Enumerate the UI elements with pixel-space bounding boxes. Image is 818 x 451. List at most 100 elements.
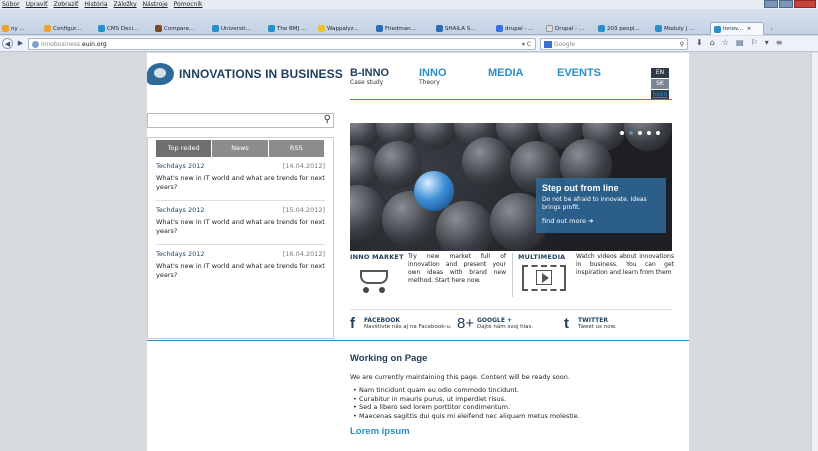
tab-favicon-icon	[496, 25, 503, 32]
tab-favicon-icon	[655, 25, 662, 32]
browser-tab[interactable]: drupal - ...	[496, 22, 542, 35]
menu-help[interactable]: Pomocník	[174, 0, 203, 9]
language-switcher: EN SK login	[651, 68, 669, 101]
dropdown-icon[interactable]: ▾	[765, 38, 769, 47]
close-tab-icon[interactable]: ×	[745, 26, 752, 32]
web-page: INNOVATIONS IN BUSINESS B-INNO Case study…	[147, 53, 689, 451]
browser-tab[interactable]: Configur...	[44, 22, 92, 35]
tab-rss[interactable]: RSS	[268, 140, 325, 157]
nav-item-inno[interactable]: INNO Theory	[419, 67, 488, 86]
home-icon[interactable]: ⌂	[710, 38, 715, 47]
menu-history[interactable]: História	[84, 0, 107, 9]
hero-slider[interactable]: Step out from line Do not be afraid to i…	[350, 123, 672, 251]
news-body[interactable]: What's new in IT world and what are tren…	[156, 174, 325, 191]
menu-bookmarks[interactable]: Záložky	[114, 0, 137, 9]
tab-favicon-icon	[44, 25, 51, 32]
multimedia-block[interactable]: MULTIMEDIA Watch videos about innovation…	[518, 253, 676, 291]
browser-tab-active[interactable]: Innov... ×	[710, 22, 764, 35]
browser-tab[interactable]: Wappalyz...	[318, 22, 372, 35]
article-subheading: Lorem ipsum	[350, 426, 410, 437]
close-window-button[interactable]	[794, 0, 816, 8]
addon-icon[interactable]: ⚐	[751, 38, 758, 47]
tab-favicon-icon	[598, 25, 605, 32]
find-out-more-link[interactable]: find out more ➔	[542, 217, 660, 225]
browser-tab[interactable]: Compare...	[155, 22, 209, 35]
hero-ball	[350, 185, 386, 241]
forward-button[interactable]: ▶	[15, 38, 26, 49]
site-search-input[interactable]: ⚲	[147, 113, 334, 128]
browser-tab[interactable]: CMS Deci...	[98, 22, 150, 35]
reload-icon[interactable]: ▾ C	[522, 39, 531, 50]
back-button[interactable]: ◀	[2, 38, 13, 49]
news-title[interactable]: Techdays 2012	[156, 250, 205, 258]
bookmark-star-icon[interactable]: ☆	[722, 38, 729, 47]
nav-item-events[interactable]: EVENTS	[557, 67, 626, 86]
menu-view[interactable]: Zobraziť	[53, 0, 78, 9]
site-logo[interactable]: INNOVATIONS IN BUSINESS	[147, 63, 343, 85]
list-item: Sed a libero sed lorem porttitor condime…	[353, 403, 672, 412]
news-body[interactable]: What's new in IT world and what are tren…	[156, 218, 325, 235]
search-bar[interactable]: Google ⚲	[540, 38, 688, 50]
menu-icon[interactable]: ≡	[776, 38, 783, 47]
block-divider	[512, 253, 513, 297]
nav-item-media[interactable]: MEDIA	[488, 67, 557, 86]
google-plus-link[interactable]: 8+ GOOGLE + Dajte nám svoj hlas.	[457, 315, 564, 332]
article-list: Nam tincidunt quam eu odio commodo tinci…	[353, 386, 672, 420]
tab-favicon-icon	[714, 25, 721, 33]
logo-icon	[147, 63, 174, 85]
browser-tab[interactable]: Drupal - ...	[546, 22, 594, 35]
news-tabs: Top reded News RSS	[156, 140, 325, 157]
hero-ball	[462, 137, 512, 187]
tab-news[interactable]: News	[212, 140, 269, 157]
url-bar[interactable]: innobusiness.euin.org ▾ C	[28, 38, 536, 50]
news-title[interactable]: Techdays 2012	[156, 162, 205, 170]
hero-heading: Step out from line	[542, 183, 619, 193]
minimize-button[interactable]	[764, 0, 778, 8]
menu-tools[interactable]: Nástroje	[143, 0, 168, 9]
logo-text: INNOVATIONS IN BUSINESS	[179, 67, 343, 81]
browser-tab[interactable]: Universit...	[212, 22, 264, 35]
browser-tab[interactable]: ny ...	[2, 22, 38, 35]
menu-bar: Súbor Upraviť Zobraziť História Záložky …	[0, 0, 818, 9]
search-icon[interactable]: ⚲	[680, 39, 684, 50]
news-title[interactable]: Techdays 2012	[156, 206, 205, 214]
menu-file[interactable]: Súbor	[2, 0, 20, 9]
slider-dot[interactable]	[620, 131, 624, 135]
list-item: Curabitur in mauris purus, ut imperdiet …	[353, 395, 672, 404]
lang-sk[interactable]: SK	[651, 79, 669, 89]
news-box: Top reded News RSS Techdays 2012 [14.04.2…	[147, 137, 334, 339]
article-intro: We are currently maintaining this page. …	[350, 373, 570, 381]
news-date: [16.04.2012]	[282, 250, 325, 258]
twitter-link[interactable]: t TWITTER Tweet us now.	[564, 315, 671, 332]
download-icon[interactable]: ⬇	[696, 38, 703, 47]
nav-item-b-inno[interactable]: B-INNO Case study	[350, 67, 419, 86]
search-engine-label: Google	[553, 41, 576, 48]
news-item: Techdays 2012 [15.04.2012] What's new in …	[156, 201, 325, 245]
google-icon	[544, 41, 552, 48]
slider-dot[interactable]	[656, 131, 660, 135]
search-icon[interactable]: ⚲	[324, 114, 331, 125]
maximize-button[interactable]	[779, 0, 793, 8]
browser-tab[interactable]: Friedman...	[376, 22, 432, 35]
facebook-link[interactable]: f FACEBOOK Navštívte nás aj na Facebook-u.	[350, 315, 457, 332]
browser-tab[interactable]: 203 peopl...	[598, 22, 652, 35]
browser-tab[interactable]: The BMJ ...	[268, 22, 314, 35]
scroll-tabs-icon[interactable]: ›	[770, 22, 782, 35]
clipboard-icon[interactable]: ▤	[736, 38, 744, 47]
inno-market-block[interactable]: INNO MARKET Try new market full of innov…	[350, 253, 508, 293]
browser-tab[interactable]: Moduly | ...	[655, 22, 707, 35]
hero-caption: Step out from line Do not be afraid to i…	[536, 178, 666, 233]
slider-dot[interactable]	[629, 131, 633, 135]
page-scrollbar[interactable]	[811, 53, 818, 451]
google-plus-icon: 8+	[457, 315, 475, 332]
slider-dot[interactable]	[647, 131, 651, 135]
hero-highlight-ball	[414, 171, 454, 211]
shopping-cart-icon	[354, 266, 394, 294]
news-body[interactable]: What's new in IT world and what are tren…	[156, 262, 325, 279]
browser-tab[interactable]: SHAILA S...	[436, 22, 492, 35]
slider-dot[interactable]	[638, 131, 642, 135]
hero-ball	[436, 201, 494, 251]
menu-edit[interactable]: Upraviť	[26, 0, 48, 9]
lang-en[interactable]: EN	[651, 68, 669, 78]
tab-top-reded[interactable]: Top reded	[156, 140, 213, 157]
